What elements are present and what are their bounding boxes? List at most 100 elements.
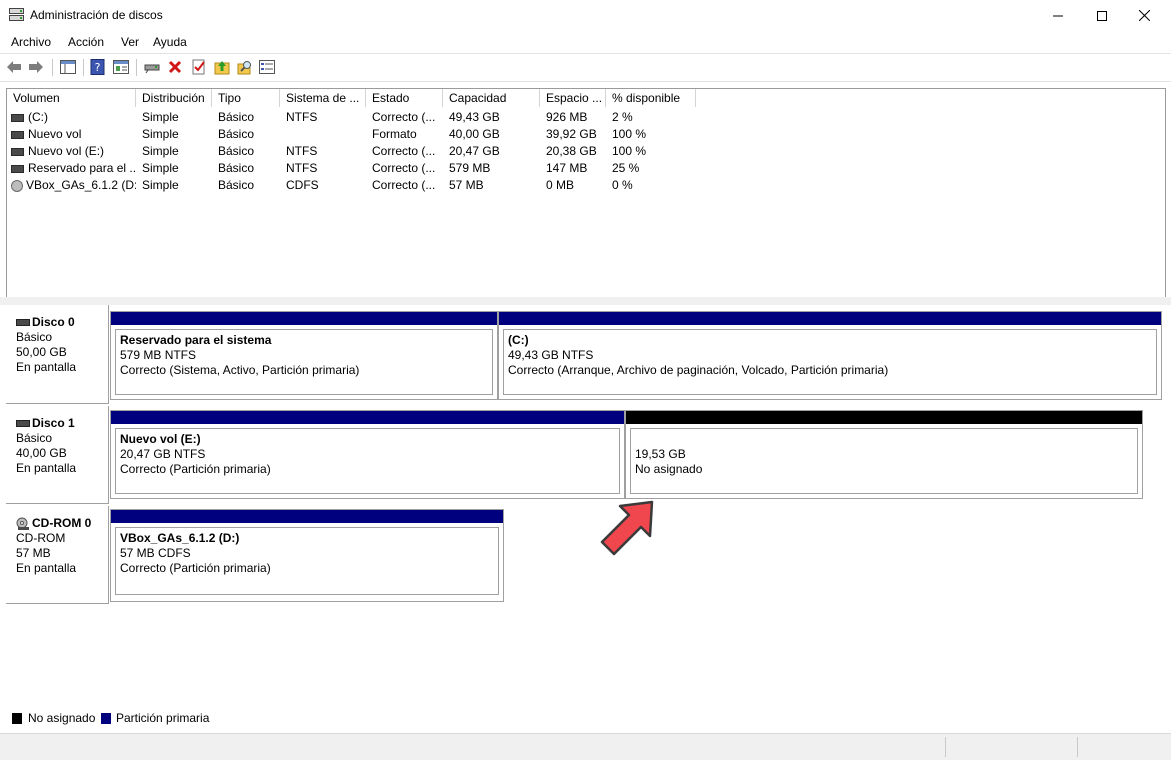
search-button[interactable] <box>236 58 254 76</box>
connect-drive-icon <box>144 64 160 74</box>
menu-bar: Archivo Acción Ver Ayuda <box>0 31 1171 53</box>
volume-pct: 25 % <box>612 161 640 175</box>
disk-name: CD-ROM 0 <box>16 516 108 531</box>
disk-0-info[interactable]: Disco 0 Básico 50,00 GB En pantalla <box>6 305 109 404</box>
maximize-button[interactable] <box>1079 0 1125 31</box>
properties-icon <box>113 60 129 74</box>
volume-status: Formato <box>372 127 417 141</box>
volume-status: Correcto (... <box>372 110 436 124</box>
close-icon <box>1138 10 1150 21</box>
volume-fs: NTFS <box>286 161 318 175</box>
table-row[interactable]: VBox_GAs_6.1.2 (D:) Simple Básico CDFS C… <box>7 177 707 194</box>
volume-capacity: 40,00 GB <box>449 127 500 141</box>
volume-type: Básico <box>218 127 255 141</box>
search-icon <box>237 61 251 75</box>
volume-free: 0 MB <box>546 178 575 192</box>
up-folder-icon <box>214 61 230 75</box>
volume-type: Básico <box>218 161 255 175</box>
svg-text:?: ? <box>95 61 101 74</box>
back-icon <box>7 61 21 73</box>
minimize-button[interactable] <box>1035 0 1081 31</box>
disk-management-app-icon <box>9 8 24 21</box>
volume-status: Correcto (... <box>372 161 436 175</box>
show-hide-tree-button[interactable] <box>59 58 77 76</box>
column-header-distribucion[interactable]: Distribución <box>136 89 212 107</box>
disk-status: En pantalla <box>16 461 77 475</box>
volume-free: 147 MB <box>546 161 588 175</box>
volume-layout: Simple <box>142 161 179 175</box>
volume-type: Básico <box>218 144 255 158</box>
close-button[interactable] <box>1121 0 1167 31</box>
column-header-volumen[interactable]: Volumen <box>7 89 136 107</box>
volume-layout: Simple <box>142 127 179 141</box>
column-header-sistema[interactable]: Sistema de ... <box>280 89 366 107</box>
menu-archivo[interactable]: Archivo <box>11 35 51 49</box>
properties-button[interactable] <box>112 58 130 76</box>
volume-list[interactable]: Volumen Distribución Tipo Sistema de ...… <box>6 88 1166 299</box>
toolbar-separator <box>83 59 84 76</box>
back-button[interactable] <box>5 58 23 76</box>
connect-drive-button[interactable] <box>143 58 161 76</box>
cdrom-0-info[interactable]: CD-ROM 0 CD-ROM 57 MB En pantalla <box>6 506 109 604</box>
check-button[interactable] <box>190 58 208 76</box>
minimize-icon <box>1053 15 1063 16</box>
table-row[interactable]: (C:) Simple Básico NTFS Correcto (... 49… <box>7 109 707 126</box>
drive-icon <box>11 147 24 156</box>
drive-icon <box>11 130 24 139</box>
status-bar-separator <box>945 737 946 757</box>
legend-primary-label: Partición primaria <box>116 711 210 725</box>
primary-partition-bar <box>111 510 503 523</box>
volume-capacity: 49,43 GB <box>449 110 500 124</box>
volume-layout: Simple <box>142 110 179 124</box>
partition-c[interactable]: (C:) 49,43 GB NTFS Correcto (Arranque, A… <box>498 311 1162 400</box>
column-header-disponible[interactable]: % disponible <box>606 89 696 107</box>
partition-e[interactable]: Nuevo vol (E:) 20,47 GB NTFS Correcto (P… <box>110 410 625 499</box>
volume-name: Nuevo vol <box>28 127 82 141</box>
partition-name: VBox_GAs_6.1.2 (D:) <box>120 531 240 545</box>
delete-button[interactable] <box>166 58 184 76</box>
up-folder-button[interactable] <box>213 58 231 76</box>
volume-pct: 100 % <box>612 127 647 141</box>
toolbar: ? <box>0 53 1171 82</box>
partition-reserved[interactable]: Reservado para el sistema 579 MB NTFS Co… <box>110 311 498 400</box>
disk-size: 40,00 GB <box>16 446 67 460</box>
partition-d[interactable]: VBox_GAs_6.1.2 (D:) 57 MB CDFS Correcto … <box>110 509 504 602</box>
volume-status: Correcto (... <box>372 178 436 192</box>
drive-icon <box>11 164 24 173</box>
table-row[interactable]: Nuevo vol Simple Básico Formato 40,00 GB… <box>7 126 707 143</box>
drive-icon <box>11 113 24 122</box>
volume-pct: 100 % <box>612 144 647 158</box>
legend-unallocated-label: No asignado <box>28 711 96 725</box>
disk-1-info[interactable]: Disco 1 Básico 40,00 GB En pantalla <box>6 406 109 504</box>
partition-status: Correcto (Sistema, Activo, Partición pri… <box>120 363 360 377</box>
check-icon <box>192 59 205 75</box>
column-header-estado[interactable]: Estado <box>366 89 443 107</box>
menu-accion[interactable]: Acción <box>68 35 104 49</box>
partition-status: No asignado <box>635 462 703 476</box>
help-button[interactable]: ? <box>89 58 107 76</box>
table-row[interactable]: Reservado para el ... Simple Básico NTFS… <box>7 160 707 177</box>
disk-type: Básico <box>16 330 53 344</box>
partition-size: 19,53 GB <box>635 447 686 461</box>
menu-ver[interactable]: Ver <box>121 35 139 49</box>
primary-partition-bar <box>111 411 624 424</box>
forward-icon <box>29 61 43 73</box>
volume-type: Básico <box>218 110 255 124</box>
table-row[interactable]: Nuevo vol (E:) Simple Básico NTFS Correc… <box>7 143 707 160</box>
list-button[interactable] <box>258 58 276 76</box>
forward-button[interactable] <box>27 58 45 76</box>
column-header-capacidad[interactable]: Capacidad <box>443 89 540 107</box>
volume-type: Básico <box>218 178 255 192</box>
menu-ayuda[interactable]: Ayuda <box>153 35 187 49</box>
primary-partition-bar <box>499 312 1161 325</box>
column-header-espacio[interactable]: Espacio ... <box>540 89 606 107</box>
pane-splitter[interactable] <box>0 297 1171 305</box>
partition-size: 57 MB CDFS <box>120 546 191 560</box>
disk-status: En pantalla <box>16 360 77 374</box>
volume-name: Reservado para el ... <box>28 161 136 175</box>
partition-name: Nuevo vol (E:) <box>120 432 201 446</box>
toolbar-separator <box>136 59 137 76</box>
toolbar-separator <box>52 59 53 76</box>
column-header-tipo[interactable]: Tipo <box>212 89 280 107</box>
partition-unallocated[interactable]: 19,53 GB No asignado <box>625 410 1143 499</box>
